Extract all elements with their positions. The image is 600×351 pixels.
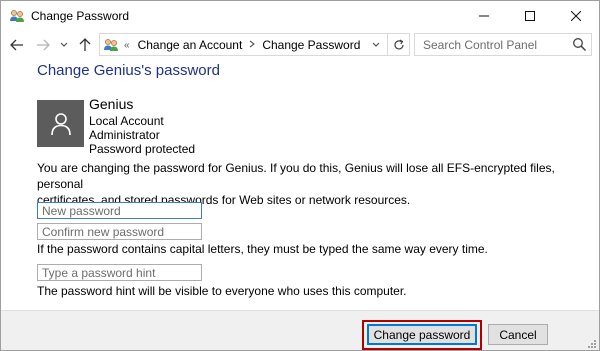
address-bar[interactable]: « Change an Account Change Password	[99, 33, 410, 56]
content-area: Change Genius's password Genius Local Ac…	[1, 59, 599, 310]
refresh-icon	[393, 38, 404, 49]
warning-line-1: You are changing the password for Genius…	[37, 161, 555, 191]
navigation-bar: « Change an Account Change Password Sear…	[1, 31, 599, 59]
capital-letters-note: If the password contains capital letters…	[37, 242, 488, 256]
chevron-down-icon	[372, 42, 380, 47]
search-placeholder[interactable]: Search Control Panel	[423, 38, 537, 52]
confirm-password-field[interactable]	[37, 223, 202, 240]
up-button[interactable]	[77, 37, 93, 53]
hint-visibility-note: The password hint will be visible to eve…	[37, 284, 407, 298]
recent-locations-button[interactable]	[58, 37, 70, 53]
window-title: Change Password	[31, 9, 130, 23]
address-history-button[interactable]	[366, 34, 386, 55]
account-role: Administrator	[89, 128, 160, 142]
resize-grip-icon[interactable]	[587, 338, 597, 348]
user-name: Genius	[89, 96, 134, 112]
breadcrumb-overflow[interactable]: «	[124, 40, 130, 51]
minimize-button[interactable]	[461, 1, 507, 31]
new-password-field[interactable]	[37, 202, 202, 219]
title-bar[interactable]: Change Password	[1, 1, 599, 31]
account-type: Local Account	[89, 114, 164, 128]
avatar	[37, 100, 84, 147]
cancel-button[interactable]: Cancel	[488, 324, 548, 345]
efs-warning-text: You are changing the password for Genius…	[37, 160, 557, 208]
maximize-button[interactable]	[507, 1, 553, 31]
search-icon[interactable]	[572, 37, 587, 52]
chevron-right-icon[interactable]	[249, 40, 256, 51]
search-box[interactable]: Search Control Panel	[414, 33, 592, 56]
close-button[interactable]	[553, 1, 599, 31]
arrow-right-icon	[37, 39, 50, 51]
forward-button[interactable]	[35, 37, 51, 53]
change-password-button[interactable]: Change password	[367, 324, 477, 345]
change-password-window: Change Password « Change an Account Chan…	[0, 0, 600, 351]
users-icon	[9, 8, 25, 24]
password-status: Password protected	[89, 142, 196, 156]
breadcrumb-change-an-account[interactable]: Change an Account	[138, 38, 243, 52]
button-bar: Change password Cancel	[1, 310, 599, 350]
breadcrumb: « Change an Account Change Password	[124, 38, 360, 52]
password-hint-field[interactable]	[37, 264, 202, 281]
chevron-down-icon	[60, 42, 68, 47]
page-title: Change Genius's password	[37, 62, 220, 79]
arrow-up-icon	[79, 38, 91, 51]
control-panel-icon	[103, 37, 119, 53]
arrow-left-icon	[10, 39, 23, 51]
user-icon	[50, 112, 71, 135]
back-button[interactable]	[9, 37, 25, 53]
refresh-button[interactable]	[387, 34, 409, 55]
breadcrumb-change-password[interactable]: Change Password	[262, 38, 360, 52]
